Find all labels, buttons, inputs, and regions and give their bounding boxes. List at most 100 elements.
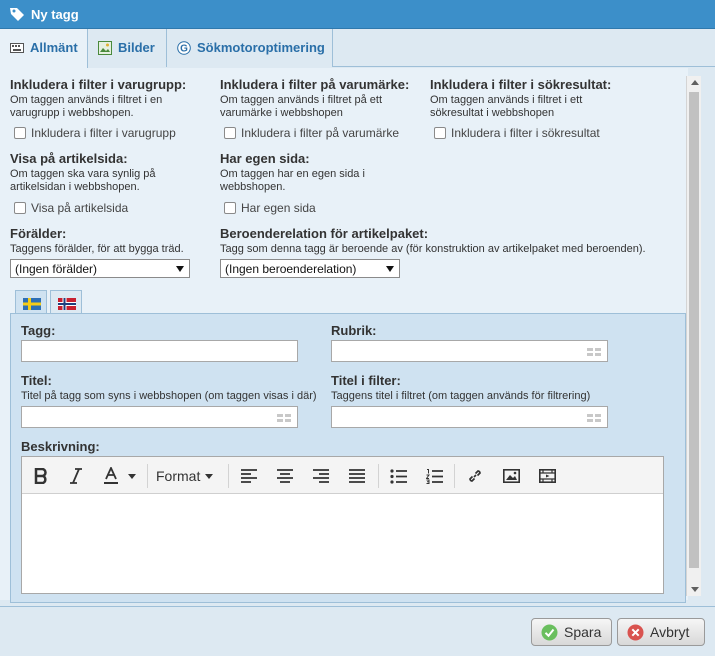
align-justify-icon — [349, 469, 365, 483]
section-title: Inkludera i filter på varumärke: — [220, 77, 410, 92]
translate-grid-icon[interactable] — [587, 348, 601, 356]
align-left-button[interactable] — [238, 466, 260, 486]
checkbox-visa-artikelsida[interactable]: Visa på artikelsida — [14, 201, 128, 215]
align-justify-button[interactable] — [346, 466, 368, 486]
align-right-button[interactable] — [310, 466, 332, 486]
svg-text:G: G — [180, 44, 188, 55]
bullet-list-button[interactable] — [387, 466, 409, 486]
tab-bilder[interactable]: Bilder — [88, 29, 167, 67]
rubrik-input[interactable] — [331, 340, 608, 362]
scroll-down-icon[interactable] — [691, 587, 699, 592]
tab-sokmotoroptimering[interactable]: G Sökmotoroptimering — [167, 29, 333, 67]
checkbox-filter-sokresultat[interactable]: Inkludera i filter i sökresultat — [434, 126, 600, 140]
tagg-field[interactable] — [22, 341, 297, 361]
select-value: (Ingen förälder) — [15, 262, 98, 276]
toolbar-divider — [228, 464, 229, 488]
text-color-dropdown[interactable] — [126, 466, 138, 486]
norwegian-flag-icon — [58, 298, 76, 310]
section-title: Inkludera i filter i sökresultat: — [430, 77, 612, 92]
titel-filter-input[interactable] — [331, 406, 608, 428]
tagg-label: Tagg: — [21, 323, 56, 338]
align-right-icon — [313, 469, 329, 483]
translate-grid-icon[interactable] — [587, 414, 601, 422]
section-description: Om taggen ska vara synlig på artikelsida… — [10, 168, 156, 193]
insert-image-button[interactable] — [500, 466, 522, 486]
save-label: Spara — [564, 624, 602, 640]
window-title: Ny tagg — [31, 7, 79, 22]
bold-button[interactable] — [30, 466, 52, 486]
tab-allmant[interactable]: Allmänt — [0, 29, 88, 68]
section-description: Om taggen används i filtret i en varugru… — [10, 94, 163, 119]
scroll-up-icon[interactable] — [691, 80, 699, 85]
section-description: Om taggen används i filtret på ett varum… — [220, 94, 383, 119]
editor-body[interactable] — [22, 494, 663, 593]
select-value: (Ingen beroenderelation) — [225, 262, 357, 276]
swedish-flag-icon — [23, 298, 41, 310]
rubrik-label: Rubrik: — [331, 323, 377, 338]
cancel-button[interactable]: Avbryt — [617, 618, 705, 646]
tab-label: Sökmotoroptimering — [197, 40, 325, 55]
section-title: Har egen sida: — [220, 151, 310, 166]
section-description: Om taggen har en egen sida i webbshopen. — [220, 168, 365, 193]
checkbox[interactable] — [14, 127, 26, 139]
close-circle-icon — [627, 624, 644, 641]
rubrik-field[interactable] — [332, 341, 607, 361]
italic-button[interactable] — [65, 466, 87, 486]
insert-media-button[interactable] — [536, 466, 558, 486]
save-button[interactable]: Spara — [531, 618, 612, 646]
format-dropdown[interactable]: Format — [156, 466, 220, 486]
tab-label: Bilder — [118, 40, 155, 55]
titel-label: Titel: — [21, 373, 52, 388]
titel-filter-description: Taggens titel i filtret (om taggen använ… — [331, 390, 591, 402]
scroll-thumb[interactable] — [689, 92, 699, 568]
bullet-list-icon — [389, 468, 407, 484]
tag-icon — [10, 8, 24, 21]
section-title: Förälder: — [10, 226, 67, 241]
parent-select[interactable]: (Ingen förälder) — [10, 259, 190, 278]
toolbar-divider — [378, 464, 379, 488]
checkbox-filter-varumarke[interactable]: Inkludera i filter på varumärke — [224, 126, 399, 140]
section-beroenderelation: Beroenderelation för artikelpaket: Tagg … — [220, 226, 680, 256]
beskrivning-label: Beskrivning: — [21, 439, 100, 454]
rich-text-editor[interactable]: Format — [21, 456, 664, 594]
section-title: Visa på artikelsida: — [10, 151, 128, 166]
numbered-list-button[interactable] — [423, 466, 445, 486]
tagg-input[interactable] — [21, 340, 298, 362]
titel-input[interactable] — [21, 406, 298, 428]
checkbox[interactable] — [14, 202, 26, 214]
section-description: Tagg som denna tagg är beroende av (för … — [220, 243, 646, 255]
titel-filter-field[interactable] — [332, 407, 607, 427]
caret-down-icon — [386, 266, 394, 272]
checkbox-filter-varugrupp[interactable]: Inkludera i filter i varugrupp — [14, 126, 176, 140]
checkbox-har-egen-sida[interactable]: Har egen sida — [224, 201, 316, 215]
dependency-select[interactable]: (Ingen beroenderelation) — [220, 259, 400, 278]
translate-grid-icon[interactable] — [277, 414, 291, 422]
language-tab-norwegian[interactable] — [50, 290, 82, 314]
checkbox[interactable] — [224, 202, 236, 214]
section-foralder: Förälder: Taggens förälder, för att bygg… — [10, 226, 210, 256]
video-icon — [538, 469, 556, 483]
checkbox-label: Har egen sida — [241, 201, 316, 215]
checkbox[interactable] — [434, 127, 446, 139]
keyboard-icon — [10, 43, 24, 53]
google-icon: G — [177, 41, 191, 55]
italic-icon — [70, 468, 82, 484]
checkbox-label: Inkludera i filter på varumärke — [241, 126, 400, 140]
link-icon — [469, 470, 481, 482]
check-circle-icon — [541, 624, 558, 641]
checkbox[interactable] — [224, 127, 236, 139]
section-visa-artikelsida: Visa på artikelsida: Om taggen ska vara … — [10, 151, 210, 194]
content-scrollbar[interactable] — [686, 76, 701, 596]
titel-field[interactable] — [22, 407, 297, 427]
text-color-button[interactable] — [100, 466, 122, 486]
section-har-egen-sida: Har egen sida: Om taggen har en egen sid… — [220, 151, 420, 194]
numbered-list-icon — [425, 468, 443, 484]
section-filter-varumarke: Inkludera i filter på varumärke: Om tagg… — [220, 77, 420, 120]
section-title: Beroenderelation för artikelpaket: — [220, 226, 429, 241]
align-center-button[interactable] — [274, 466, 296, 486]
insert-link-button[interactable] — [464, 466, 486, 486]
cancel-label: Avbryt — [650, 624, 690, 640]
image-icon — [502, 469, 520, 483]
language-tab-swedish[interactable] — [15, 290, 47, 314]
align-center-icon — [277, 469, 293, 483]
